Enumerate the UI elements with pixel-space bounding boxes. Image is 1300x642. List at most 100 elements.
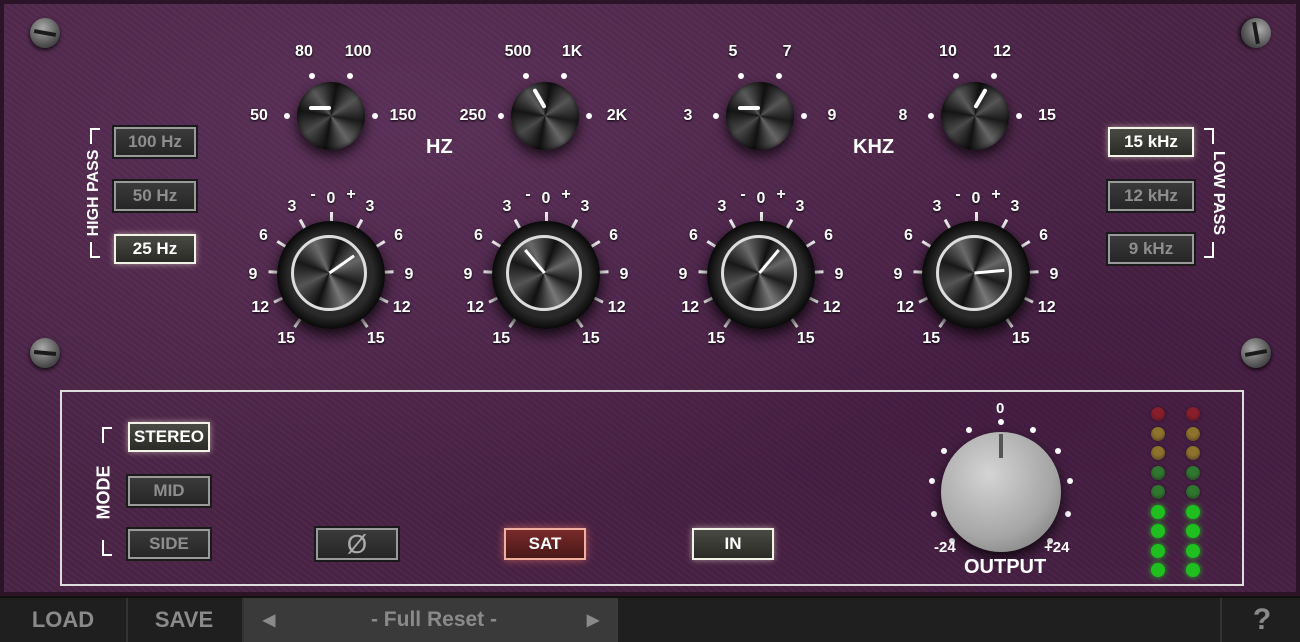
mode-label: MODE <box>93 465 114 520</box>
scale-dot <box>966 426 973 433</box>
mode-mid-button[interactable]: MID <box>128 476 210 506</box>
gain-scale-label: 6 <box>903 227 913 244</box>
meter-led <box>1186 485 1200 499</box>
in-button[interactable]: IN <box>692 528 774 560</box>
highmid-gain-knob[interactable] <box>707 221 815 329</box>
low-pass-9khz-button[interactable]: 9 kHz <box>1108 234 1194 264</box>
lowmid-gain-knob[interactable] <box>492 221 600 329</box>
scale-dot <box>738 73 745 80</box>
meter-led <box>1186 504 1200 519</box>
screw-icon <box>1238 335 1274 371</box>
gain-scale-label: 9 <box>248 266 258 283</box>
high-pass-25hz-button[interactable]: 25 Hz <box>114 234 196 264</box>
scale-dot <box>941 447 948 454</box>
knob-indicator <box>328 254 355 275</box>
scale-dot <box>346 73 353 80</box>
screw-icon <box>28 336 62 370</box>
meter-led <box>1151 465 1165 480</box>
knob-indicator <box>523 249 546 274</box>
freq-scale-label: 9 <box>827 107 837 124</box>
gain-scale-label: 15 <box>922 329 941 347</box>
help-icon[interactable]: ? <box>1220 598 1300 642</box>
gain-plus-label: + <box>776 186 786 203</box>
scale-dot <box>928 113 934 119</box>
mode-side-button[interactable]: SIDE <box>128 529 210 559</box>
knob-indicator <box>309 106 331 110</box>
scale-dot <box>284 113 290 119</box>
freq-scale-label: 8 <box>898 107 908 124</box>
gain-scale-label: 15 <box>796 329 815 347</box>
scale-dot <box>309 73 316 80</box>
gain-scale-label: 6 <box>394 227 403 244</box>
gain-scale-label: 9 <box>893 266 903 283</box>
low-pass-15khz-button[interactable]: 15 kHz <box>1108 127 1194 157</box>
next-preset-icon[interactable]: ▶ <box>578 598 608 642</box>
meter-led <box>1186 543 1200 558</box>
freq-scale-label: 7 <box>782 42 792 60</box>
gain-scale-label: 12 <box>466 298 485 316</box>
gain-scale-label: 12 <box>392 298 411 316</box>
output-max-label: +24 <box>1044 539 1070 556</box>
gain-minus-label: - <box>740 186 746 203</box>
scale-dot <box>523 73 530 80</box>
gain-scale-label: 9 <box>404 266 414 283</box>
low-gain-knob[interactable] <box>277 221 385 329</box>
high-gain-knob[interactable] <box>922 221 1030 329</box>
high-pass-50hz-button[interactable]: 50 Hz <box>114 181 196 211</box>
high-pass-bracket-top <box>90 128 100 144</box>
scale-tick <box>813 270 824 274</box>
scale-dot <box>713 113 719 119</box>
low-freq-knob[interactable] <box>297 82 365 150</box>
preset-selector: ◀ - Full Reset - ▶ <box>244 598 618 642</box>
meter-led <box>1151 485 1165 499</box>
scale-tick <box>1028 270 1039 274</box>
scale-dot <box>1016 113 1022 119</box>
load-button[interactable]: LOAD <box>0 598 128 642</box>
output-knob[interactable] <box>941 432 1061 552</box>
phase-invert-button[interactable]: Ø <box>316 528 398 560</box>
scale-dot <box>1054 447 1061 454</box>
high-freq-knob[interactable] <box>941 82 1009 150</box>
scale-dot <box>1067 478 1074 485</box>
gain-scale-label: 12 <box>822 298 841 316</box>
scale-dot <box>586 113 592 119</box>
scale-dot <box>953 73 960 80</box>
highmid-freq-knob[interactable] <box>726 82 794 150</box>
preset-name[interactable]: - Full Reset - <box>284 598 584 642</box>
mode-bracket-top <box>102 427 112 443</box>
knob-indicator <box>738 106 760 110</box>
high-pass-label: HIGH PASS <box>85 149 102 237</box>
freq-scale-label: 15 <box>1038 107 1056 124</box>
save-button[interactable]: SAVE <box>126 598 244 642</box>
gain-scale-label: 6 <box>609 227 618 244</box>
gain-scale-label: 15 <box>581 329 600 347</box>
gain-plus-label: + <box>346 186 356 203</box>
scale-dot <box>1029 426 1036 433</box>
output-label: OUTPUT <box>964 556 1047 578</box>
lowmid-freq-knob[interactable] <box>511 82 579 150</box>
knob-indicator <box>757 249 780 274</box>
meter-led <box>1186 465 1200 480</box>
scale-dot <box>372 113 378 119</box>
gain-scale-label: 12 <box>896 298 915 316</box>
sat-button[interactable]: SAT <box>504 528 586 560</box>
prev-preset-icon[interactable]: ◀ <box>254 598 284 642</box>
knob-cap <box>936 235 1012 311</box>
meter-led <box>1151 504 1165 519</box>
preset-bar: LOAD SAVE ◀ - Full Reset - ▶ ? <box>0 596 1300 642</box>
freq-scale-label: 1K <box>561 42 583 60</box>
hz-label: HZ <box>426 136 453 158</box>
scale-tick <box>598 270 609 274</box>
freq-scale-label: 12 <box>993 42 1011 60</box>
high-pass-100hz-button[interactable]: 100 Hz <box>114 127 196 157</box>
eq-plugin-panel: HIGH PASS 100 Hz 50 Hz 25 Hz 15 kHz 12 k… <box>0 0 1300 596</box>
freq-scale-label: 80 <box>295 42 313 60</box>
gain-zero-label: 0 <box>971 190 981 207</box>
low-pass-12khz-button[interactable]: 12 kHz <box>1108 181 1194 211</box>
mode-stereo-button[interactable]: STEREO <box>128 422 210 452</box>
knob-cap <box>506 235 582 311</box>
scale-dot <box>775 73 782 80</box>
gain-scale-label: 15 <box>366 329 385 347</box>
meter-led <box>1151 524 1165 538</box>
gain-scale-label: 12 <box>681 298 700 316</box>
